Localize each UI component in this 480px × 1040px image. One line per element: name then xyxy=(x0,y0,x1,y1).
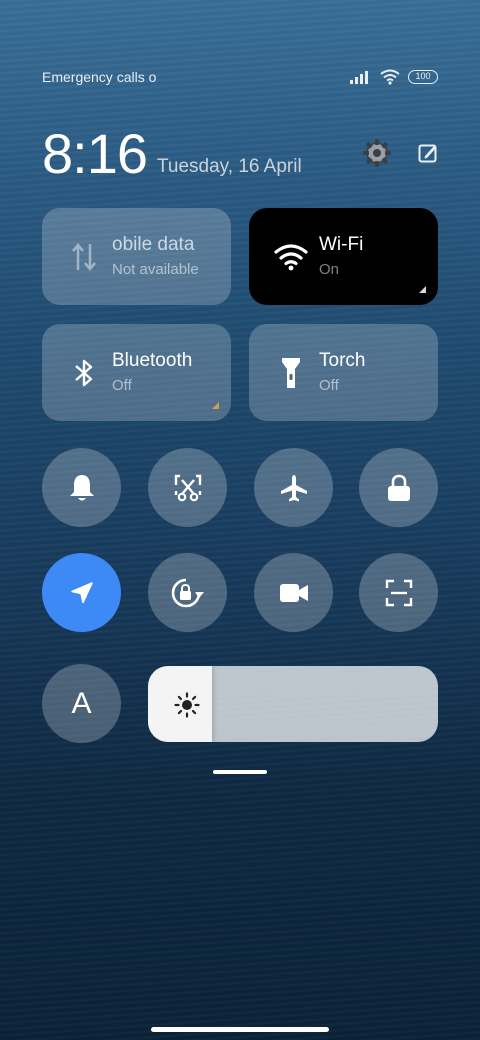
tile-mobile-data-status: Not available xyxy=(112,260,199,278)
tile-bluetooth-title: Bluetooth xyxy=(112,349,193,371)
torch-icon xyxy=(271,356,311,390)
edit-icon[interactable] xyxy=(418,143,438,163)
expand-corner-icon[interactable] xyxy=(212,402,219,409)
toggle-airplane[interactable] xyxy=(254,448,333,527)
clock-row: 8:16 Tuesday, 16 April xyxy=(42,122,438,182)
sun-icon xyxy=(174,692,200,718)
tile-wifi-status: On xyxy=(319,260,340,278)
toggle-screenshot[interactable] xyxy=(148,448,227,527)
status-icons: 100 xyxy=(350,69,438,85)
battery-icon: 100 xyxy=(408,70,438,84)
toggle-scanner[interactable] xyxy=(359,553,438,632)
wifi-icon xyxy=(380,69,400,85)
tile-torch-status: Off xyxy=(319,376,339,394)
date: Tuesday, 16 April xyxy=(157,156,302,177)
lock-icon xyxy=(387,474,410,501)
video-camera-icon xyxy=(279,583,308,602)
tile-torch-title: Torch xyxy=(319,349,366,371)
header-actions xyxy=(362,138,438,168)
wifi-icon xyxy=(271,243,311,271)
rotation-lock-icon xyxy=(171,578,204,607)
status-bar: Emergency calls o 100 xyxy=(42,66,438,88)
mobile-data-icon xyxy=(64,242,104,272)
tile-bluetooth[interactable]: Bluetooth Off xyxy=(42,324,231,421)
clock: 8:16 xyxy=(42,122,148,185)
bluetooth-icon xyxy=(64,358,104,388)
font-size-label: A xyxy=(71,686,92,720)
screenshot-icon xyxy=(174,474,201,501)
expand-corner-icon[interactable] xyxy=(419,286,426,293)
toggle-ringer[interactable] xyxy=(42,448,121,527)
tile-wifi[interactable]: Wi-Fi On xyxy=(249,208,438,305)
signal-icon xyxy=(350,71,368,84)
status-carrier-text: Emergency calls o xyxy=(42,69,157,85)
toggle-video[interactable] xyxy=(254,553,333,632)
toggle-location[interactable] xyxy=(42,553,121,632)
bell-icon xyxy=(69,474,94,500)
tile-mobile-data-title: obile data xyxy=(112,233,195,255)
toggle-rotation-lock[interactable] xyxy=(148,553,227,632)
panel-pull-handle[interactable] xyxy=(213,770,267,774)
tile-wifi-title: Wi-Fi xyxy=(319,233,364,255)
brightness-slider[interactable] xyxy=(148,666,438,742)
location-icon xyxy=(70,581,93,603)
scan-icon xyxy=(385,579,412,606)
tile-mobile-data[interactable]: obile data Not available xyxy=(42,208,231,305)
home-indicator[interactable] xyxy=(151,1027,329,1032)
airplane-icon xyxy=(280,474,307,501)
settings-icon[interactable] xyxy=(362,138,392,168)
tile-torch[interactable]: Torch Off xyxy=(249,324,438,421)
toggle-font-size[interactable]: A xyxy=(42,664,121,743)
toggle-lock[interactable] xyxy=(359,448,438,527)
tile-bluetooth-status: Off xyxy=(112,376,132,394)
